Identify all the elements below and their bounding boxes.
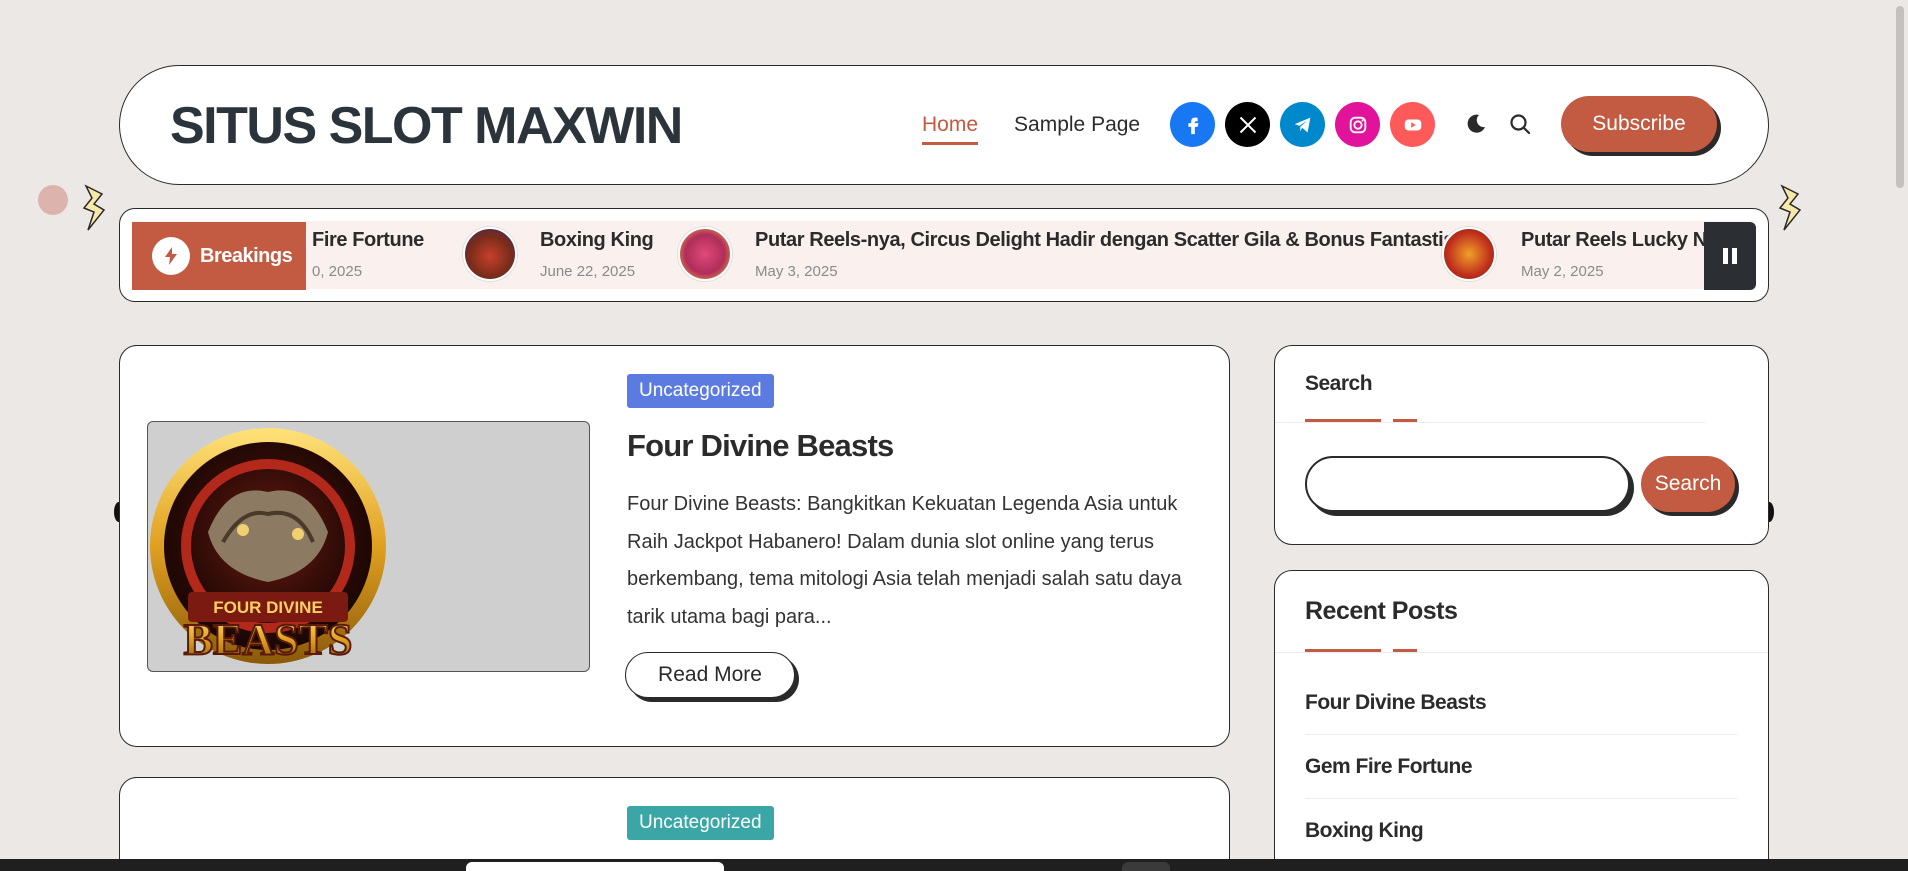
ticker-item-date: May 2, 2025 <box>1521 263 1604 280</box>
search-icon[interactable] <box>1506 110 1534 138</box>
nav-home[interactable]: Home <box>922 113 979 145</box>
ticker-item-title[interactable]: Putar Reels-nya, Circus Delight Hadir de… <box>755 229 1454 252</box>
widget-title: Search <box>1305 372 1373 395</box>
recent-post-link[interactable]: Boxing King <box>1305 799 1737 863</box>
lightning-icon <box>152 237 190 275</box>
pause-icon <box>1723 248 1737 264</box>
lightning-bolt-icon <box>1778 184 1802 231</box>
breakings-label: Breakings <box>132 222 306 290</box>
main-navigation: Home Sample Page <box>922 113 1140 145</box>
widget-title: Recent Posts <box>1305 597 1458 625</box>
category-badge[interactable]: Uncategorized <box>627 806 774 840</box>
ticker-item-date: 0, 2025 <box>312 263 363 280</box>
breakings-text: Breakings <box>200 244 293 267</box>
svg-text:BEASTS: BEASTS <box>184 615 353 664</box>
site-title[interactable]: SITUS SLOT MAXWIN <box>170 96 683 156</box>
subscribe-button[interactable]: Subscribe <box>1561 96 1717 152</box>
social-links <box>1170 102 1435 147</box>
category-badge[interactable]: Uncategorized <box>627 374 774 408</box>
ticker-item-thumbnail <box>678 227 732 281</box>
telegram-icon[interactable] <box>1280 102 1325 147</box>
search-input[interactable] <box>1305 456 1630 512</box>
os-taskbar <box>0 859 1908 871</box>
lightning-bolt-icon <box>82 184 106 231</box>
post-card: FOUR DIVINE BEASTS Uncategorized Four Di… <box>119 345 1230 747</box>
read-more-button[interactable]: Read More <box>625 652 795 698</box>
ticker-item-thumbnail <box>463 227 517 281</box>
x-icon[interactable] <box>1225 102 1270 147</box>
site-header: SITUS SLOT MAXWIN Home Sample Page Subsc… <box>119 65 1769 185</box>
youtube-icon[interactable] <box>1390 102 1435 147</box>
breaking-news-ticker: Fire Fortune 0, 2025 Boxing King June 22… <box>119 208 1769 302</box>
recent-post-link[interactable]: Gem Fire Fortune <box>1305 735 1737 799</box>
nav-sample-page[interactable]: Sample Page <box>1014 113 1140 137</box>
page-scrollbar[interactable] <box>1892 0 1908 860</box>
post-excerpt: Four Divine Beasts: Bangkitkan Kekuatan … <box>627 493 1182 628</box>
instagram-icon[interactable] <box>1335 102 1380 147</box>
ticker-item-date: June 22, 2025 <box>540 263 636 280</box>
title-divider <box>1275 422 1705 423</box>
ticker-track: Fire Fortune 0, 2025 Boxing King June 22… <box>132 221 1756 289</box>
four-divine-beasts-logo: FOUR DIVINE BEASTS <box>150 428 386 665</box>
ticker-item-thumbnail <box>1442 227 1496 281</box>
ticker-item-date: May 3, 2025 <box>755 263 838 280</box>
recent-post-link[interactable]: Four Divine Beasts <box>1305 671 1737 735</box>
search-button[interactable]: Search <box>1641 456 1735 512</box>
post-card: Uncategorized <box>119 777 1230 871</box>
decorative-dot <box>38 185 68 215</box>
ticker-item-title[interactable]: Putar Reels Lucky Ne <box>1521 229 1718 252</box>
title-divider <box>1275 652 1768 653</box>
post-thumbnail[interactable]: FOUR DIVINE BEASTS <box>147 421 590 672</box>
recent-posts-widget: Recent Posts Four Divine Beasts Gem Fire… <box>1274 570 1769 871</box>
post-title[interactable]: Four Divine Beasts <box>627 428 894 464</box>
ticker-item-title[interactable]: Boxing King <box>540 229 654 252</box>
dark-mode-toggle-icon[interactable] <box>1462 110 1490 138</box>
scrollbar-thumb[interactable] <box>1896 6 1904 188</box>
taskbar-app-button[interactable] <box>1122 862 1170 871</box>
search-widget: Search Search <box>1274 345 1769 545</box>
ticker-pause-button[interactable] <box>1704 222 1756 290</box>
ticker-item-title[interactable]: Fire Fortune <box>312 229 424 252</box>
taskbar-window-tab[interactable] <box>466 862 724 871</box>
facebook-icon[interactable] <box>1170 102 1215 147</box>
